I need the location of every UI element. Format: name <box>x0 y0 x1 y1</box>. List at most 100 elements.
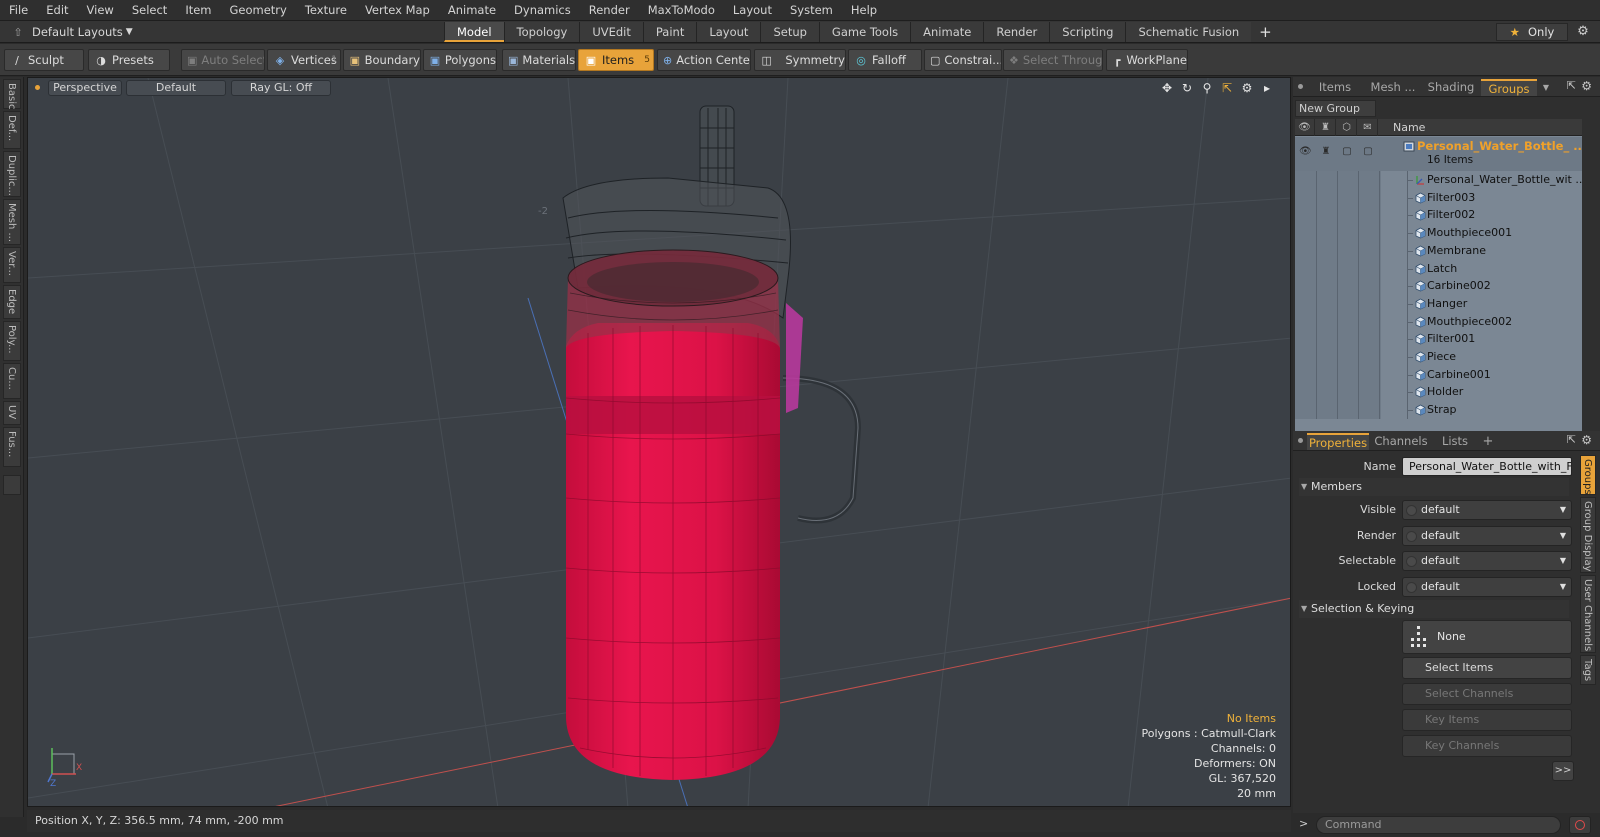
tab-scripting[interactable]: Scripting <box>1049 22 1126 42</box>
command-input[interactable]: Command <box>1316 816 1561 834</box>
selection-keying-section[interactable]: ▼ Selection & Keying <box>1299 600 1569 618</box>
new-group-button[interactable]: New Group <box>1295 100 1376 117</box>
tabs-more-chevron-icon[interactable]: ▼ <box>1539 79 1553 96</box>
menu-item[interactable]: Item <box>176 0 220 21</box>
menu-texture[interactable]: Texture <box>296 0 356 21</box>
tab-topology[interactable]: Topology <box>503 22 580 42</box>
viewport-more-icon[interactable]: ▸ <box>1260 80 1274 96</box>
menu-dynamics[interactable]: Dynamics <box>505 0 580 21</box>
shading-dropdown[interactable]: Default <box>126 80 226 96</box>
panel-gear-icon[interactable]: ⚙ <box>1581 79 1592 93</box>
auto-select-button[interactable]: ▣ Auto Select <box>181 49 265 71</box>
items-button[interactable]: ▣ Items 5 <box>578 49 654 71</box>
left-tab-duplicate[interactable]: Duplic... <box>3 151 21 197</box>
menu-view[interactable]: View <box>78 0 123 21</box>
tab-mesh[interactable]: Mesh ... <box>1365 79 1421 96</box>
name-input[interactable]: Personal_Water_Bottle_with_Filte <box>1402 457 1572 476</box>
tab-model[interactable]: Model <box>444 22 504 42</box>
rotate-view-icon[interactable]: ↻ <box>1180 80 1194 96</box>
tab-paint[interactable]: Paint <box>642 22 697 42</box>
tab-schematic-fusion[interactable]: Schematic Fusion <box>1125 22 1252 42</box>
menu-select[interactable]: Select <box>123 0 176 21</box>
menu-layout[interactable]: Layout <box>724 0 781 21</box>
select-through-button[interactable]: ❖ Select Through <box>1003 49 1103 71</box>
tree-item-row[interactable]: Strap <box>1295 401 1582 420</box>
left-tab-curve[interactable]: Cu... <box>3 363 21 399</box>
group-visible-icon[interactable]: 👁 <box>1299 146 1312 158</box>
presets-button[interactable]: ◑ Presets <box>88 49 170 71</box>
tab-properties[interactable]: Properties <box>1307 433 1369 450</box>
menu-help[interactable]: Help <box>842 0 886 21</box>
tree-item-row[interactable]: Carbine002 <box>1295 277 1582 296</box>
vertices-button[interactable]: ◈ Vertices 1 <box>267 49 341 71</box>
tree-row-toggles[interactable] <box>1295 401 1381 420</box>
move-view-icon[interactable]: ✥ <box>1160 80 1174 96</box>
side-tab-tags[interactable]: Tags <box>1580 655 1596 685</box>
key-items-button[interactable]: Key Items <box>1402 709 1572 731</box>
tree-item-row[interactable]: Latch <box>1295 259 1582 278</box>
left-tab-deform[interactable]: Def... <box>3 111 21 149</box>
boundary-button[interactable]: ▣ Boundary <box>343 49 421 71</box>
layout-dropdown[interactable]: ⇧ Default Layouts ▼ <box>4 23 179 41</box>
tree-item-row[interactable]: Personal_Water_Bottle_wit ... <box>1295 171 1582 189</box>
falloff-button[interactable]: ◎ Falloff <box>848 49 922 71</box>
tab-setup[interactable]: Setup <box>760 22 819 42</box>
more-button[interactable]: >> <box>1552 761 1574 781</box>
group-row[interactable]: 👁 ♜ ▢ ▢ Personal_Water_Bottle_ ... 16 It… <box>1295 137 1582 171</box>
tab-render[interactable]: Render <box>983 22 1050 42</box>
raygl-dropdown[interactable]: Ray GL: Off <box>231 80 331 96</box>
side-tab-group-display[interactable]: Group Display <box>1580 497 1596 573</box>
tree-row-toggles[interactable] <box>1295 330 1381 349</box>
tree-item-row[interactable]: Membrane <box>1295 241 1582 260</box>
properties-gear-icon[interactable]: ⚙ <box>1581 433 1592 447</box>
menu-render[interactable]: Render <box>580 0 639 21</box>
properties-menu-dot[interactable] <box>1298 438 1303 443</box>
lock-column-icon[interactable]: ✉ <box>1358 119 1378 136</box>
action-center-button[interactable]: ⊕ Action Center <box>657 49 751 71</box>
layout-pin-icon[interactable]: ⇧ <box>4 26 32 39</box>
tab-shading[interactable]: Shading <box>1423 79 1479 96</box>
key-channels-button[interactable]: Key Channels <box>1402 735 1572 757</box>
menu-system[interactable]: System <box>781 0 842 21</box>
select-items-button[interactable]: Select Items <box>1402 657 1572 679</box>
tab-animate[interactable]: Animate <box>910 22 984 42</box>
tree-item-row[interactable]: Piece <box>1295 348 1582 366</box>
menu-vertex-map[interactable]: Vertex Map <box>356 0 439 21</box>
tree-row-toggles[interactable] <box>1295 171 1381 189</box>
viewport-menu-dot[interactable] <box>35 85 40 90</box>
tree-item-row[interactable]: Filter003 <box>1295 188 1582 207</box>
only-button[interactable]: ★ Only <box>1496 23 1568 41</box>
left-tab-mesh[interactable]: Mesh ... <box>3 199 21 245</box>
selection-set-dropdown[interactable]: None <box>1402 620 1572 654</box>
tab-lists[interactable]: Lists <box>1433 433 1477 450</box>
tree-item-row[interactable]: Filter001 <box>1295 330 1582 349</box>
menu-maxtomodo[interactable]: MaxToModo <box>639 0 724 21</box>
tree-scrollbar[interactable] <box>1583 119 1595 431</box>
left-tab-edge[interactable]: Edge <box>3 285 21 319</box>
tree-row-toggles[interactable] <box>1295 277 1381 296</box>
tab-uvedit[interactable]: UVEdit <box>579 22 643 42</box>
tree-item-row[interactable]: Mouthpiece002 <box>1295 312 1582 331</box>
zoom-view-icon[interactable]: ⚲ <box>1200 80 1214 96</box>
tree-item-row[interactable]: Filter002 <box>1295 206 1582 225</box>
render-dropdown[interactable]: default ▼ <box>1402 526 1572 546</box>
left-tab-basic[interactable]: Basic <box>3 79 21 109</box>
menu-animate[interactable]: Animate <box>439 0 505 21</box>
tab-game-tools[interactable]: Game Tools <box>818 22 911 42</box>
render-column-icon[interactable]: ♜ <box>1316 119 1336 136</box>
symmetry-button[interactable]: ◫ Symmetry <box>754 49 846 71</box>
menu-geometry[interactable]: Geometry <box>221 0 296 21</box>
selectable-dropdown[interactable]: default ▼ <box>1402 551 1572 571</box>
record-button[interactable] <box>1569 816 1591 834</box>
tree-item-row[interactable]: Carbine001 <box>1295 365 1582 384</box>
tree-row-toggles[interactable] <box>1295 241 1381 260</box>
tab-groups[interactable]: Groups <box>1481 79 1537 96</box>
properties-expand-icon[interactable]: ⇱ <box>1567 433 1576 446</box>
gear-icon[interactable]: ⚙ <box>1574 23 1592 41</box>
members-section[interactable]: ▼ Members <box>1299 478 1569 496</box>
group-lock-icon[interactable]: ▢ <box>1362 146 1374 158</box>
tree-item-row[interactable]: Holder <box>1295 383 1582 402</box>
tree-row-toggles[interactable] <box>1295 259 1381 278</box>
tree-row-toggles[interactable] <box>1295 312 1381 331</box>
tree-row-toggles[interactable] <box>1295 206 1381 225</box>
